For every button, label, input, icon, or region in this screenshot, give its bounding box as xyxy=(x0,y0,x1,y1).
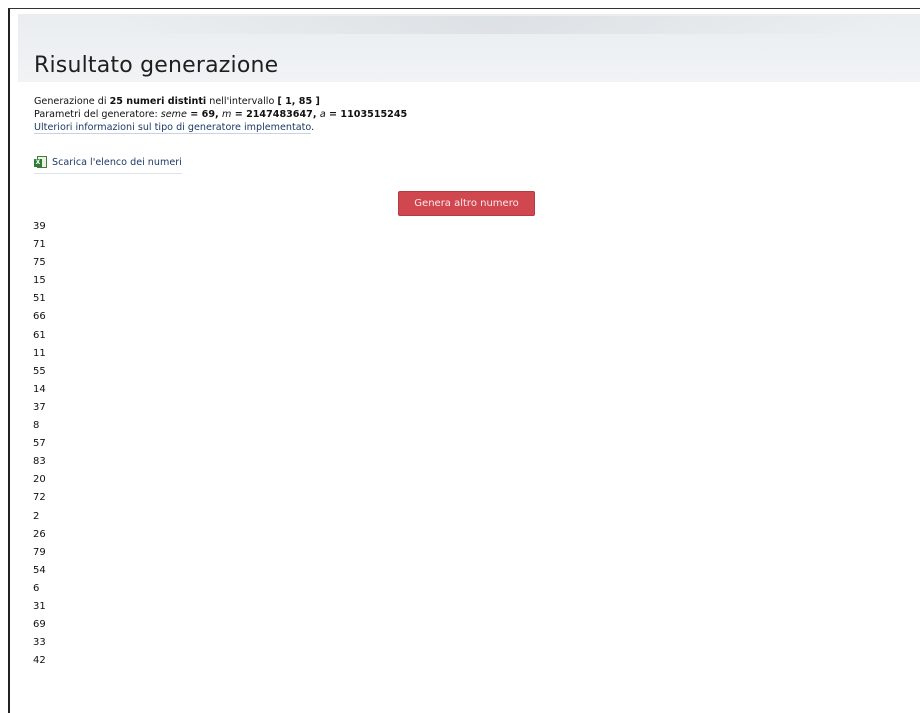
generation-summary: Generazione di 25 numeri distinti nell'i… xyxy=(34,96,320,107)
more-info-line: Ulteriori informazioni sul tipo di gener… xyxy=(34,122,315,134)
number-item: 8 xyxy=(33,420,40,432)
download-list-label: Scarica l'elenco dei numeri xyxy=(52,156,182,168)
number-item: 11 xyxy=(33,347,46,359)
number-item: 72 xyxy=(33,492,46,504)
seed-label: seme xyxy=(160,109,187,120)
number-item: 37 xyxy=(33,401,46,413)
excel-icon: X xyxy=(34,155,48,169)
number-item: 39 xyxy=(33,221,46,232)
generate-another-button[interactable]: Genera altro numero xyxy=(398,191,535,216)
number-item: 42 xyxy=(33,655,46,667)
number-item: 26 xyxy=(33,528,46,540)
a-value: = 1103515245 xyxy=(325,109,408,120)
number-item: 20 xyxy=(33,474,46,486)
number-item: 75 xyxy=(33,257,46,269)
number-item: 79 xyxy=(33,546,46,558)
number-item: 57 xyxy=(33,438,46,450)
number-item: 51 xyxy=(33,293,46,305)
number-item: 71 xyxy=(33,239,46,251)
generator-parameters: Parametri del generatore: seme = 69, m =… xyxy=(34,109,408,120)
generator-info-link[interactable]: Ulteriori informazioni sul tipo di gener… xyxy=(34,122,312,134)
number-item: 14 xyxy=(33,383,46,395)
number-item: 33 xyxy=(33,637,46,649)
number-item: 61 xyxy=(33,329,46,341)
m-value: = 2147483647, xyxy=(231,109,320,120)
number-item: 55 xyxy=(33,365,46,377)
number-item: 66 xyxy=(33,311,46,323)
header-background-band xyxy=(118,16,878,34)
number-item: 31 xyxy=(33,600,46,612)
page-title: Risultato generazione xyxy=(34,52,279,78)
number-item: 83 xyxy=(33,456,46,468)
number-item: 54 xyxy=(33,564,46,576)
generation-info: Generazione di 25 numeri distinti nell'i… xyxy=(34,95,407,134)
number-item: 15 xyxy=(33,275,46,287)
interval-range: [ 1, 85 ] xyxy=(277,96,320,107)
download-list-link[interactable]: X Scarica l'elenco dei numeri xyxy=(34,153,182,174)
seed-value: = 69, xyxy=(186,109,222,120)
number-item: 2 xyxy=(33,510,40,522)
numbers-list: 39 71 75 15 51 66 61 11 55 14 37 8 57 83 20 72 2 26 79 54 6 3… xyxy=(33,218,46,670)
m-label: m xyxy=(222,109,232,120)
number-item: 69 xyxy=(33,619,46,631)
numbers-count: 25 numeri distinti xyxy=(109,96,207,107)
number-item: 6 xyxy=(33,582,40,594)
